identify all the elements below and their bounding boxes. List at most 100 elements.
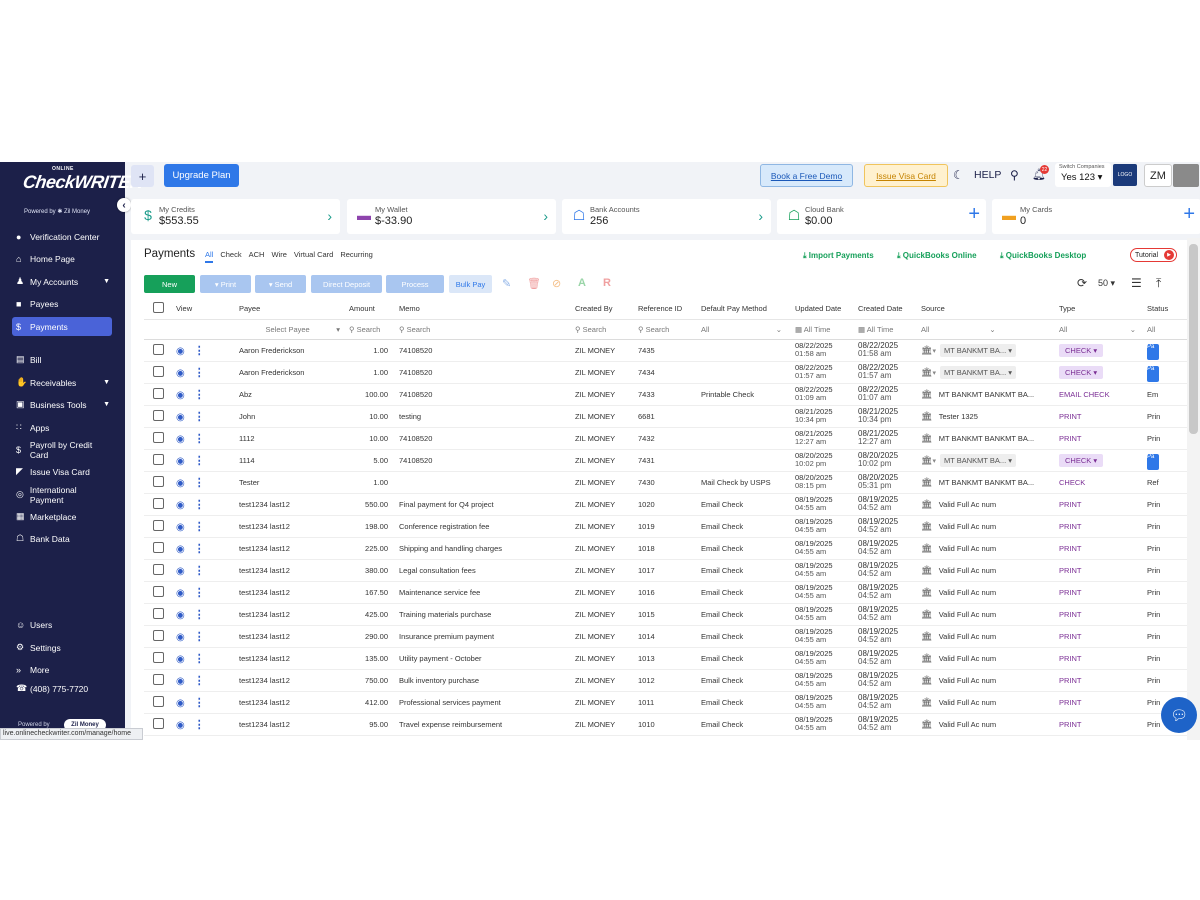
row-select[interactable] [144, 361, 173, 384]
eye-icon[interactable]: ◉ [176, 368, 185, 379]
delete-icon[interactable]: 🗑︎ [527, 277, 541, 290]
tab-all[interactable]: All [205, 250, 214, 263]
sidebar-item-apps[interactable]: ∷ Apps [12, 418, 112, 437]
row-select[interactable] [144, 493, 173, 516]
more-vertical-icon[interactable]: ⋮ [194, 719, 205, 731]
bulk-pay-button[interactable]: Bulk Pay [449, 275, 492, 293]
row-select[interactable] [144, 383, 173, 406]
eye-icon[interactable]: ◉ [176, 610, 185, 621]
col-pay-method[interactable]: Default Pay Method [698, 299, 792, 320]
type-select[interactable]: CHECK ▾ [1059, 365, 1104, 379]
source-select[interactable]: MT BANKMT BA... ▾ [939, 453, 1017, 467]
eye-icon[interactable]: ◉ [176, 720, 185, 731]
per-page-select[interactable]: 50 ▾ [1098, 278, 1115, 289]
more-vertical-icon[interactable]: ⋮ [194, 411, 205, 423]
chevron-right-icon[interactable]: › [327, 208, 332, 224]
table-row[interactable]: ◉ ⋮ 1114 5.00 74108520 ZIL MONEY 7431 08/20/202… [144, 449, 1200, 472]
sidebar-collapse-button[interactable]: ‹ [117, 198, 131, 212]
table-row[interactable]: ◉ ⋮ Abz 100.00 74108520 ZIL MONEY 7433 Printabl… [144, 383, 1200, 406]
eye-icon[interactable]: ◉ [176, 500, 185, 511]
row-checkbox[interactable] [153, 629, 164, 641]
row-select[interactable] [144, 625, 173, 648]
col-source[interactable]: Source [918, 299, 1056, 320]
eye-icon[interactable]: ◉ [176, 588, 185, 599]
status-button[interactable]: Pa [1147, 365, 1159, 382]
row-select[interactable] [144, 559, 173, 582]
row-checkbox[interactable] [153, 651, 164, 663]
send-button[interactable]: ▾ Send [255, 275, 306, 293]
tab-wire[interactable]: Wire [271, 250, 286, 263]
more-vertical-icon[interactable]: ⋮ [194, 345, 205, 357]
more-vertical-icon[interactable]: ⋮ [194, 697, 205, 709]
card-my-wallet[interactable]: ▬ My Wallet $-33.90 › [347, 199, 556, 234]
row-checkbox[interactable] [153, 541, 164, 553]
row-checkbox[interactable] [153, 453, 164, 465]
reject-icon[interactable]: R [603, 277, 611, 289]
type-select[interactable]: CHECK ▾ [1059, 343, 1104, 357]
row-checkbox[interactable] [153, 497, 164, 509]
source-select[interactable]: MT BANKMT BA... ▾ [939, 365, 1017, 379]
table-row[interactable]: ◉ ⋮ test1234 last12 412.00 Professional serv… [144, 691, 1200, 714]
help-link[interactable]: HELP [974, 169, 1001, 181]
more-vertical-icon[interactable]: ⋮ [194, 609, 205, 621]
tab-check[interactable]: Check [220, 250, 241, 263]
more-vertical-icon[interactable]: ⋮ [194, 587, 205, 599]
row-checkbox[interactable] [153, 365, 164, 377]
memo-filter-input[interactable]: ⚲ Search [396, 319, 572, 340]
more-vertical-icon[interactable]: ⋮ [194, 521, 205, 533]
col-updated-date[interactable]: Updated Date [792, 299, 855, 320]
row-checkbox[interactable] [153, 343, 164, 355]
table-row[interactable]: ◉ ⋮ test1234 last12 198.00 Conference regist… [144, 515, 1200, 538]
type-filter-select[interactable]: All ⌄ [1056, 319, 1144, 340]
row-checkbox[interactable] [153, 409, 164, 421]
add-icon[interactable]: + [968, 203, 980, 226]
card-bank-accounts[interactable]: ☖ Bank Accounts 256 › [562, 199, 771, 234]
amount-filter-input[interactable]: ⚲ Search [346, 319, 396, 340]
row-select[interactable] [144, 713, 173, 736]
more-vertical-icon[interactable]: ⋮ [194, 367, 205, 379]
eye-icon[interactable]: ◉ [176, 412, 185, 423]
add-button[interactable]: + [131, 165, 154, 187]
more-vertical-icon[interactable]: ⋮ [194, 631, 205, 643]
row-select[interactable] [144, 405, 173, 428]
eye-icon[interactable]: ◉ [176, 478, 185, 489]
payee-filter-select[interactable]: Select Payee ▾ [236, 319, 346, 340]
col-payee[interactable]: Payee [236, 299, 346, 320]
row-select[interactable] [144, 471, 173, 494]
eye-icon[interactable]: ◉ [176, 654, 185, 665]
row-checkbox[interactable] [153, 607, 164, 619]
row-select[interactable] [144, 427, 173, 450]
sidebar-item-receivables[interactable]: ✋ Receivables ▼ [12, 373, 112, 392]
refresh-icon[interactable]: ⟳ [1077, 276, 1087, 290]
add-icon[interactable]: + [1183, 203, 1195, 226]
select-all-checkbox[interactable] [153, 302, 164, 314]
created-by-filter-input[interactable]: ⚲ Search [572, 319, 635, 340]
table-row[interactable]: ◉ ⋮ Aaron Frederickson 1.00 74108520 ZIL MONE… [144, 339, 1200, 362]
row-select[interactable] [144, 647, 173, 670]
type-select[interactable]: CHECK ▾ [1059, 453, 1104, 467]
dark-mode-icon[interactable]: ☾ [953, 168, 964, 182]
void-icon[interactable]: ⊘ [552, 277, 561, 290]
tutorial-button[interactable]: Tutorial ▶ [1130, 248, 1177, 262]
user-photo[interactable] [1173, 164, 1199, 187]
row-checkbox[interactable] [153, 563, 164, 575]
table-row[interactable]: ◉ ⋮ John 10.00 testing ZIL MONEY 6681 08/21/202… [144, 405, 1200, 428]
more-vertical-icon[interactable]: ⋮ [194, 433, 205, 445]
eye-icon[interactable]: ◉ [176, 632, 185, 643]
row-select[interactable] [144, 603, 173, 626]
col-memo[interactable]: Memo [396, 299, 572, 320]
more-vertical-icon[interactable]: ⋮ [194, 455, 205, 467]
source-select[interactable]: MT BANKMT BA... ▾ [939, 343, 1017, 357]
sidebar-item-verification-center[interactable]: ● Verification Center [12, 227, 112, 246]
sidebar-item-payments[interactable]: $ Payments [12, 317, 112, 336]
table-row[interactable]: ◉ ⋮ test1234 last12 225.00 Shipping and hand… [144, 537, 1200, 560]
direct-deposit-button[interactable]: Direct Deposit [311, 275, 382, 293]
row-select[interactable] [144, 669, 173, 692]
sidebar-item-payroll-by-credit-card[interactable]: $ Payroll by Credit Card [12, 440, 112, 460]
chevron-right-icon[interactable]: › [758, 208, 763, 224]
row-select[interactable] [144, 581, 173, 604]
row-select[interactable] [144, 449, 173, 472]
filter-icon[interactable]: ☰ [1131, 276, 1142, 290]
more-vertical-icon[interactable]: ⋮ [194, 477, 205, 489]
checkwriter-logo[interactable]: ONLINE CheckWRITER Powered by ✱ Zil Mone… [18, 166, 144, 216]
